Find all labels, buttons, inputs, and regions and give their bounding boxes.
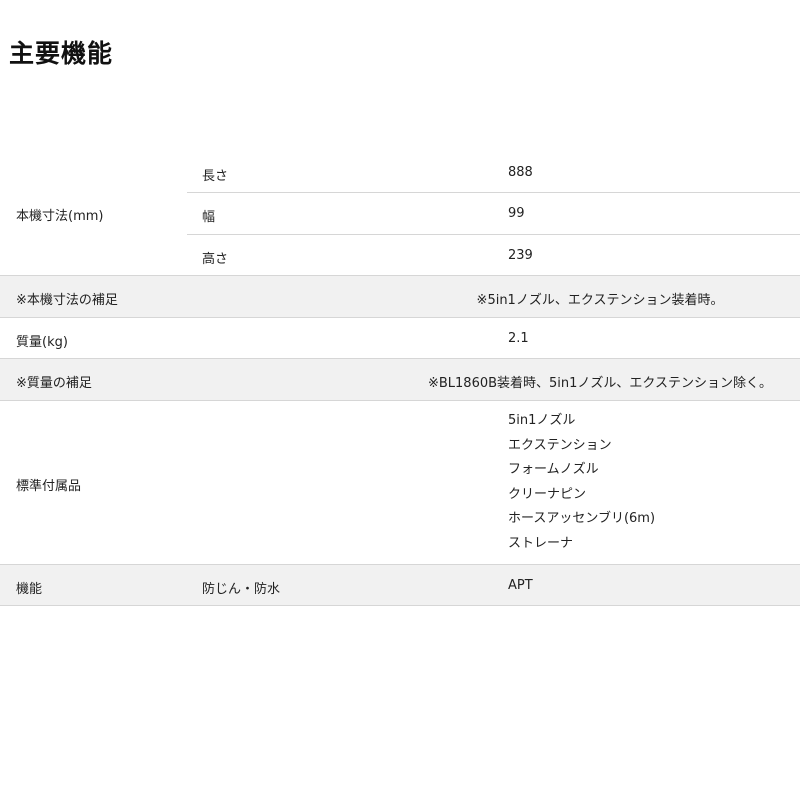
- mass-value: 2.1: [508, 331, 529, 346]
- accessories-label: 標準付属品: [16, 479, 82, 494]
- list-item: ストレーナ: [508, 535, 574, 551]
- dims-label: 本機寸法(mm): [16, 209, 104, 224]
- list-item: ホースアッセンブリ(6m): [508, 511, 656, 526]
- function-value: APT: [508, 578, 533, 593]
- dims-width-label: 幅: [202, 210, 216, 225]
- mass-row: 質量(kg) 2.1: [0, 318, 800, 358]
- dims-note-value: ※5in1ノズル、エクステンション装着時。: [476, 293, 724, 308]
- function-label: 機能: [16, 582, 43, 597]
- dims-height-label: 高さ: [202, 252, 229, 267]
- divider: [187, 192, 800, 193]
- mass-note-value: ※BL1860B装着時、5in1ノズル、エクステンション除く。: [427, 376, 773, 391]
- accessories-list: 5in1ノズル エクステンション フォームノズル クリーナピン ホースアッセンブ…: [508, 409, 655, 556]
- list-item: 5in1ノズル: [508, 413, 576, 428]
- mass-label: 質量(kg): [16, 335, 68, 350]
- list-item: フォームノズル: [508, 462, 599, 477]
- accessories-row: 標準付属品 5in1ノズル エクステンション フォームノズル クリーナピン ホー…: [0, 401, 800, 564]
- dims-length-label: 長さ: [202, 169, 229, 184]
- divider: [0, 605, 800, 606]
- mass-note-row: ※質量の補足 ※BL1860B装着時、5in1ノズル、エクステンション除く。: [0, 359, 800, 400]
- dims-group: 本機寸法(mm) 長さ 888 幅 99 高さ 239: [0, 152, 800, 276]
- list-item: クリーナピン: [508, 486, 587, 502]
- list-item: エクステンション: [508, 437, 612, 453]
- function-sub: 防じん・防水: [202, 582, 281, 597]
- dims-note-row: ※本機寸法の補足 ※5in1ノズル、エクステンション装着時。: [0, 276, 800, 317]
- dims-length-value: 888: [508, 165, 533, 180]
- function-row: 機能 防じん・防水 APT: [0, 565, 800, 605]
- divider: [187, 234, 800, 235]
- dims-height-value: 239: [508, 248, 533, 263]
- dims-width-value: 99: [508, 206, 525, 221]
- page-title: 主要機能: [9, 39, 114, 68]
